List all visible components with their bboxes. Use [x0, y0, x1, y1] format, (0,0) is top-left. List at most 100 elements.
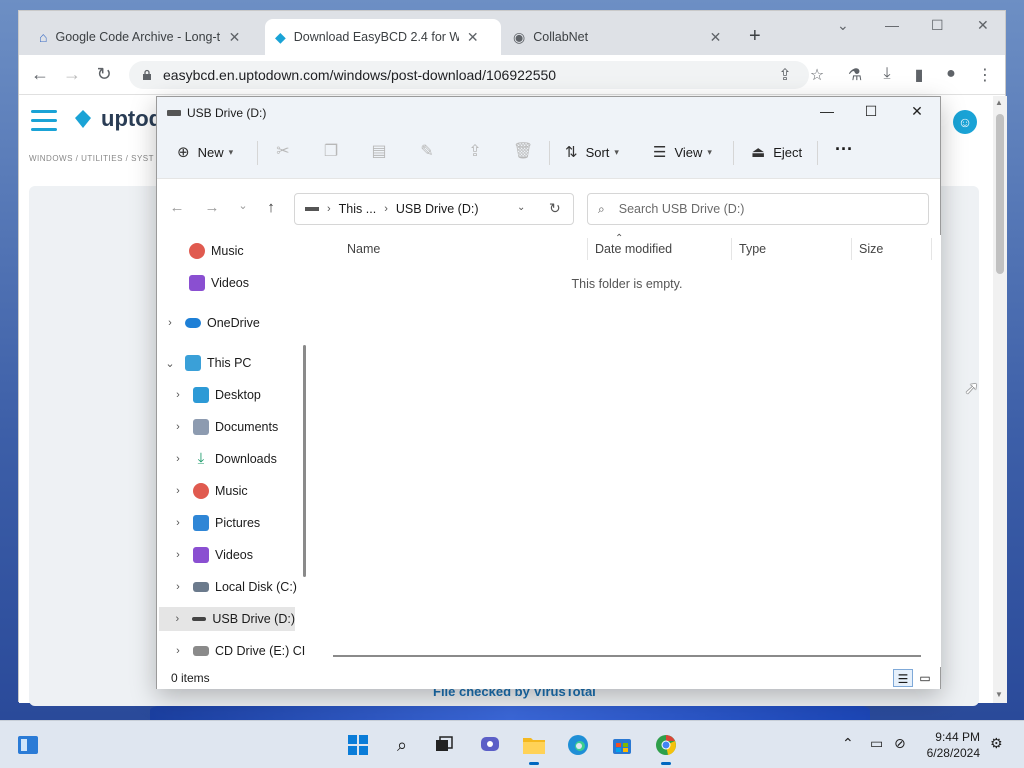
tab-google-code-archive[interactable]: ⌂ Google Code Archive - Long-te ✕	[29, 19, 252, 55]
nav-item-desktop[interactable]: › Desktop	[171, 383, 261, 407]
paste-icon[interactable]: ▤	[369, 141, 389, 161]
store-icon[interactable]	[608, 731, 636, 759]
column-type[interactable]: Type	[739, 242, 766, 256]
search-input[interactable]: ⌕ Search USB Drive (D:)	[587, 193, 929, 225]
network-icon[interactable]: ▭	[870, 735, 883, 752]
file-explorer-icon[interactable]	[520, 731, 548, 765]
close-icon[interactable]: ✕	[226, 29, 242, 46]
column-size[interactable]: Size	[859, 242, 883, 256]
reload-button[interactable]: ↻	[93, 64, 115, 85]
recent-locations-icon[interactable]: ⌄	[233, 199, 253, 212]
nav-item-cd-drive[interactable]: › CD Drive (E:) CI	[171, 639, 305, 663]
notification-icon[interactable]: ⚙	[990, 735, 1003, 752]
horizontal-scrollbar[interactable]	[333, 655, 921, 657]
nav-item-local-disk[interactable]: › Local Disk (C:)	[171, 575, 297, 599]
nav-item-onedrive[interactable]: › OneDrive	[163, 311, 260, 335]
task-view-icon[interactable]	[430, 731, 458, 759]
chevron-right-icon[interactable]: ›	[171, 645, 185, 657]
column-name[interactable]: Name	[347, 242, 380, 256]
details-view-icon[interactable]: ☰	[893, 669, 913, 687]
column-date-modified[interactable]: Date modified	[595, 242, 672, 256]
tiles-view-icon[interactable]: ▭	[915, 669, 935, 687]
back-button[interactable]: ←	[29, 64, 51, 85]
share-icon[interactable]: ⇪	[775, 65, 795, 85]
copy-icon[interactable]: ❐	[321, 141, 341, 161]
system-clock[interactable]: 9:44 PM 6/28/2024	[918, 729, 980, 761]
nav-item-music[interactable]: › Music	[171, 479, 248, 503]
more-options-button[interactable]: ···	[835, 139, 853, 160]
volume-muted-icon[interactable]: ⊘	[894, 735, 906, 752]
maximize-button[interactable]: ☐	[861, 103, 881, 120]
chevron-right-icon[interactable]: ›	[171, 613, 184, 625]
nav-item-this-pc[interactable]: ⌄ This PC	[163, 351, 251, 375]
user-avatar-icon[interactable]: ☺	[953, 110, 977, 134]
minimize-button[interactable]: —	[817, 103, 837, 119]
chevron-down-icon[interactable]: ⌄	[517, 202, 525, 213]
nav-item-videos[interactable]: › Videos	[171, 543, 253, 567]
hamburger-icon[interactable]	[31, 110, 57, 137]
chevron-right-icon[interactable]: ›	[171, 453, 185, 465]
uptodown-logo[interactable]: uptod	[71, 106, 162, 132]
chevron-right-icon[interactable]: ›	[171, 549, 185, 561]
download-icon[interactable]: ⤓	[877, 65, 897, 83]
side-panel-icon[interactable]: ▮	[909, 65, 929, 85]
address-bar[interactable]: easybcd.en.uptodown.com/windows/post-dow…	[129, 61, 809, 89]
nav-item-videos[interactable]: Videos	[167, 271, 249, 295]
chevron-right-icon[interactable]: ›	[171, 421, 185, 433]
chevron-right-icon[interactable]: ›	[163, 317, 177, 329]
chevron-right-icon[interactable]: ›	[171, 485, 185, 497]
chat-icon[interactable]	[476, 731, 504, 759]
nav-item-pictures[interactable]: › Pictures	[171, 511, 260, 535]
nav-item-downloads[interactable]: › ⤓ Downloads	[171, 447, 277, 471]
tab-collabnet[interactable]: ◉ CollabNet ✕	[503, 19, 733, 55]
bookmark-star-icon[interactable]: ☆	[807, 65, 827, 85]
nav-item-usb-drive[interactable]: › USB Drive (D:)	[159, 607, 295, 631]
share-icon[interactable]: ⇪	[465, 141, 485, 161]
cut-icon[interactable]: ✂	[273, 141, 293, 161]
tab-easybcd-download[interactable]: ◆ Download EasyBCD 2.4 for Win ✕	[265, 19, 501, 55]
address-path[interactable]: › This ... › USB Drive (D:) ⌄ ↻	[294, 193, 574, 225]
profile-icon[interactable]: ●	[941, 65, 961, 83]
minimize-button[interactable]: —	[885, 17, 899, 33]
eject-button[interactable]: ⏏ Eject	[751, 143, 802, 161]
close-button[interactable]: ✕	[907, 103, 927, 120]
labs-flask-icon[interactable]: ⚗	[845, 65, 865, 85]
tab-search-icon[interactable]: ⌄	[837, 17, 849, 34]
chevron-right-icon[interactable]: ›	[171, 517, 185, 529]
nav-item-documents[interactable]: › Documents	[171, 415, 278, 439]
start-icon[interactable]	[344, 731, 372, 759]
scroll-down-icon[interactable]: ▼	[995, 690, 1003, 699]
scroll-thumb[interactable]	[996, 114, 1004, 274]
forward-button[interactable]: →	[61, 64, 83, 85]
chevron-down-icon[interactable]: ⌄	[163, 357, 177, 370]
chrome-icon[interactable]	[652, 731, 680, 765]
show-hidden-icons-icon[interactable]: ⌃	[842, 735, 854, 752]
widgets-icon[interactable]	[14, 731, 42, 759]
forward-arrow-icon[interactable]: →	[202, 199, 222, 216]
chevron-right-icon[interactable]: ›	[171, 581, 185, 593]
edge-icon[interactable]	[564, 731, 592, 759]
path-current[interactable]: USB Drive (D:)	[396, 202, 479, 216]
up-arrow-icon[interactable]: ↑	[261, 199, 281, 216]
maximize-button[interactable]: ☐	[931, 17, 944, 34]
search-icon[interactable]: ⌕	[388, 731, 416, 759]
close-icon[interactable]: ✕	[708, 29, 723, 46]
path-root[interactable]: This ...	[339, 202, 377, 216]
refresh-icon[interactable]: ↻	[549, 200, 561, 217]
close-button[interactable]: ✕	[977, 17, 989, 34]
close-icon[interactable]: ✕	[465, 29, 481, 46]
nav-item-music[interactable]: Music	[167, 239, 244, 263]
nav-scrollbar[interactable]	[303, 345, 306, 577]
new-button[interactable]: ⊕ New ▾	[177, 143, 233, 161]
explorer-title-bar[interactable]: USB Drive (D:) — ☐ ✕	[157, 97, 940, 129]
menu-kebab-icon[interactable]: ⋮	[975, 65, 995, 85]
page-scrollbar[interactable]: ▲ ▼	[993, 96, 1007, 703]
chevron-right-icon[interactable]: ›	[171, 389, 185, 401]
rename-icon[interactable]: ✎	[417, 141, 437, 161]
new-tab-button[interactable]: +	[749, 25, 761, 48]
delete-icon[interactable]: 🗑	[513, 141, 533, 161]
scroll-up-icon[interactable]: ▲	[995, 98, 1003, 107]
sort-button[interactable]: ⇅ Sort ▾	[565, 143, 619, 161]
view-button[interactable]: ☰ View ▾	[653, 143, 712, 161]
back-arrow-icon[interactable]: ←	[167, 199, 187, 216]
